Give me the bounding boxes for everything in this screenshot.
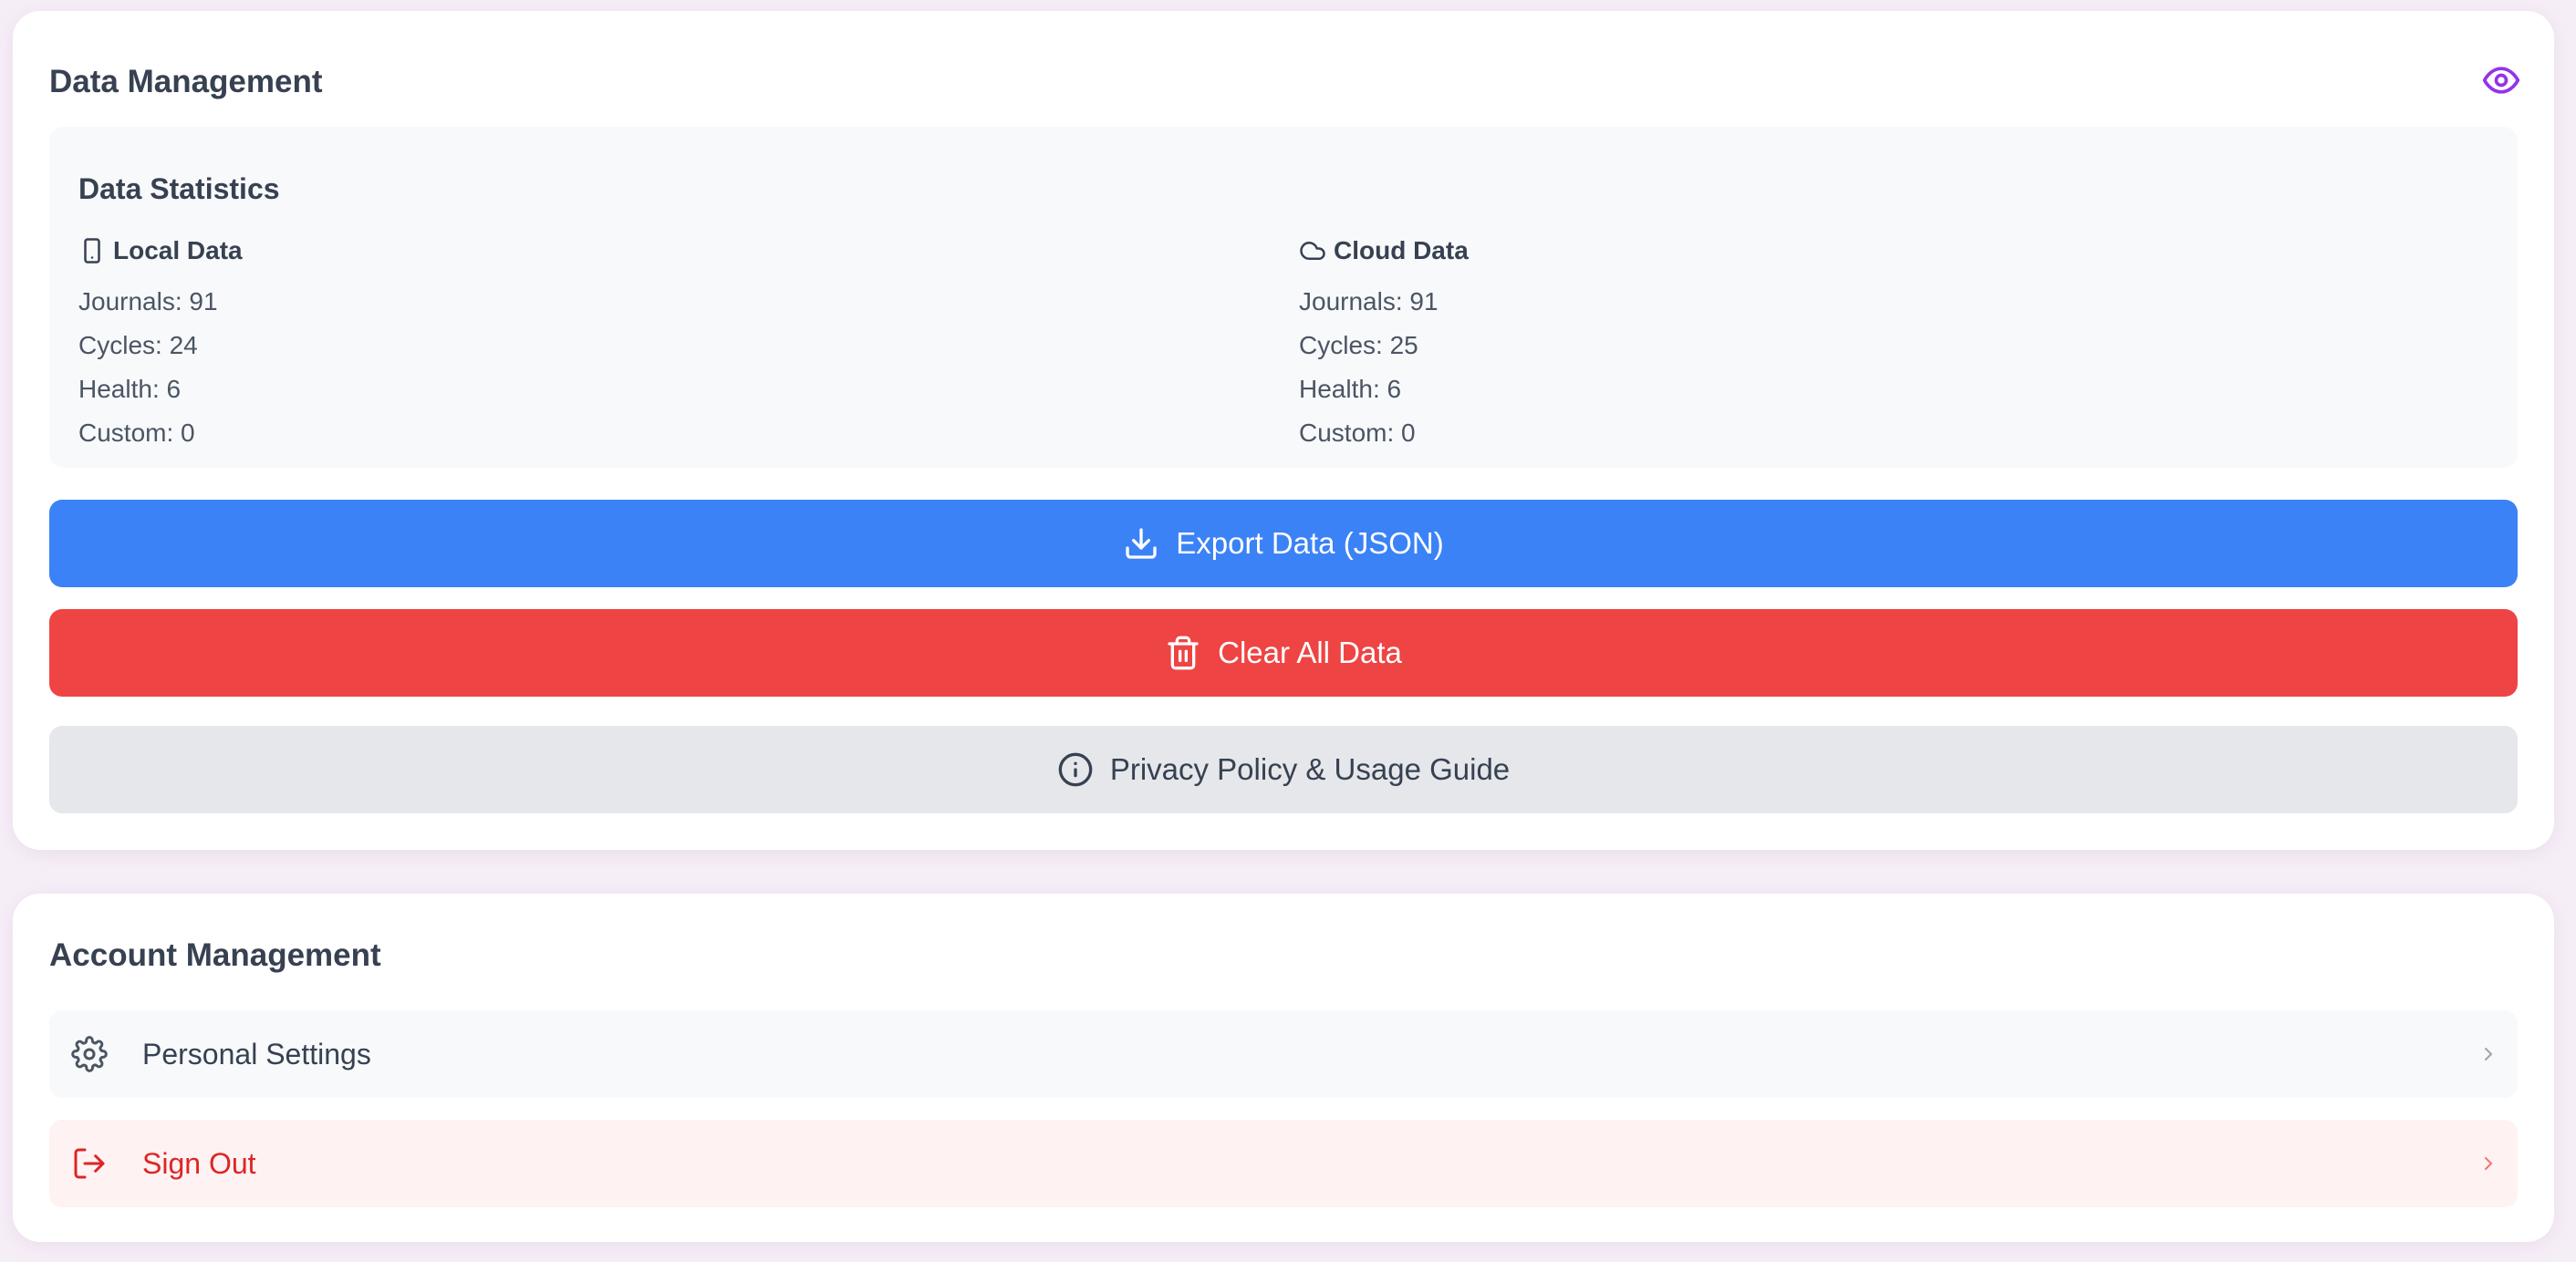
cloud-health-count: Health: 6 (1299, 375, 1402, 403)
download-icon (1126, 528, 1157, 559)
local-journals-count: Journals: 91 (78, 287, 218, 316)
account-management-card: Account Management Personal Settings Sig… (13, 894, 2554, 1242)
eye-icon[interactable] (2481, 60, 2521, 100)
info-icon (1058, 752, 1093, 787)
trash-icon (1168, 636, 1199, 670)
sign-out-icon (74, 1148, 105, 1179)
export-data-button[interactable]: Export Data (JSON) (49, 500, 2518, 587)
data-management-card: Data Management Data Statistics Local Da… (13, 11, 2554, 850)
local-data-label: Local Data (113, 236, 243, 264)
account-management-title: Account Management (49, 937, 381, 973)
cloud-cycles-count: Cycles: 25 (1299, 331, 1418, 359)
clear-all-data-label: Clear All Data (1218, 636, 1402, 669)
chevron-right-icon (2485, 1157, 2492, 1170)
gear-icon (71, 1036, 108, 1072)
sign-out-label: Sign Out (142, 1146, 256, 1180)
data-management-title: Data Management (49, 64, 323, 99)
cloud-icon (1300, 242, 1325, 260)
local-cycles-count: Cycles: 24 (78, 331, 198, 359)
personal-settings-item[interactable]: Personal Settings (49, 1010, 2518, 1098)
privacy-policy-button[interactable]: Privacy Policy & Usage Guide (49, 726, 2518, 813)
privacy-policy-label: Privacy Policy & Usage Guide (1109, 752, 1511, 786)
phone-icon (84, 238, 100, 264)
cloud-data-column: Cloud Data Journals: 91 Cycles: 25 Healt… (1299, 234, 1469, 450)
chevron-right-icon (2485, 1048, 2492, 1060)
clear-all-data-button[interactable]: Clear All Data (49, 609, 2518, 697)
export-data-label: Export Data (JSON) (1176, 526, 1444, 560)
cloud-data-heading: Cloud Data (1299, 234, 1469, 267)
cloud-data-label: Cloud Data (1334, 236, 1469, 264)
local-health-count: Health: 6 (78, 375, 182, 403)
data-statistics-title: Data Statistics (78, 172, 280, 205)
cloud-custom-count: Custom: 0 (1299, 419, 1416, 447)
local-data-heading: Local Data (78, 234, 243, 267)
personal-settings-label: Personal Settings (142, 1037, 371, 1071)
cloud-journals-count: Journals: 91 (1299, 287, 1439, 316)
local-data-column: Local Data Journals: 91 Cycles: 24 Healt… (78, 234, 243, 450)
local-custom-count: Custom: 0 (78, 419, 195, 447)
data-statistics-panel: Data Statistics Local Data Journals: 91 … (49, 127, 2518, 468)
sign-out-item[interactable]: Sign Out (49, 1120, 2518, 1207)
